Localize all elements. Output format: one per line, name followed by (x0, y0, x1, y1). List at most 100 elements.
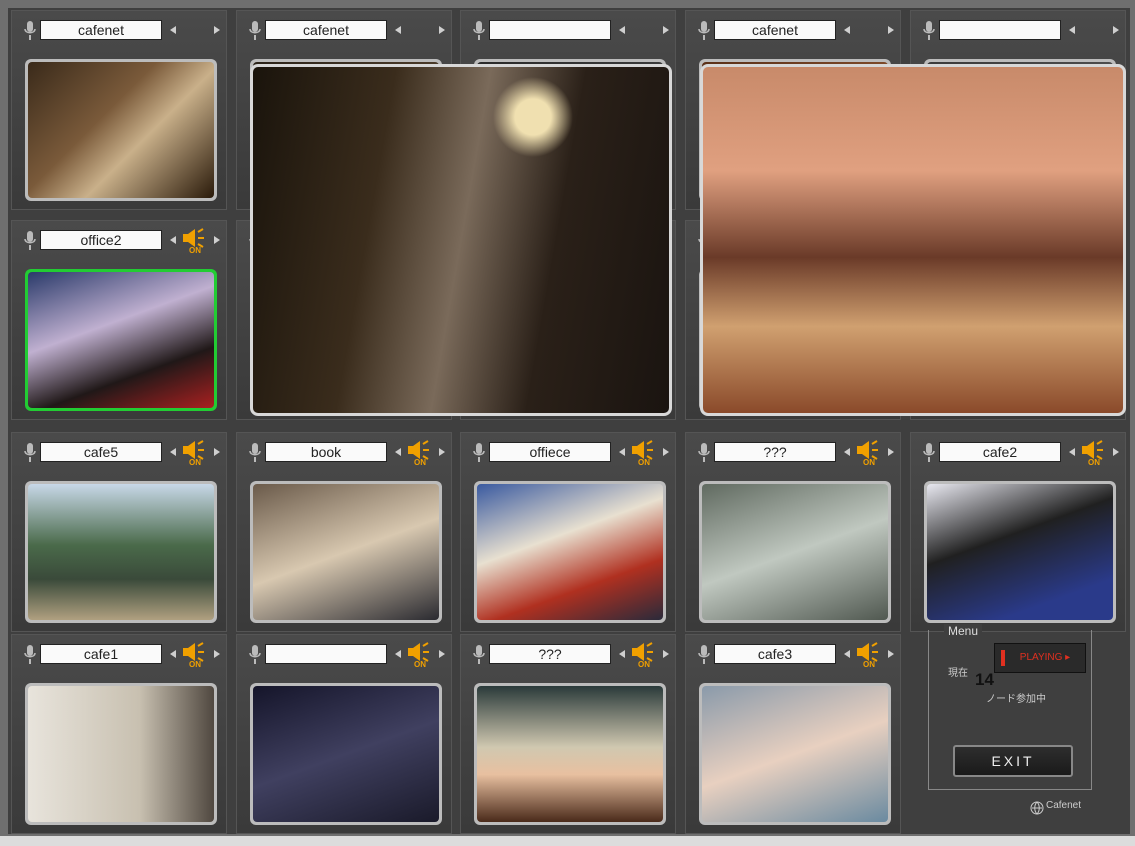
microphone-icon[interactable] (248, 20, 262, 42)
camera-name-field[interactable]: cafe3 (714, 644, 836, 664)
prev-arrow-icon[interactable] (619, 448, 625, 456)
prev-arrow-icon[interactable] (619, 26, 625, 34)
camera-video-frame[interactable] (474, 481, 666, 623)
prev-arrow-icon[interactable] (170, 236, 176, 244)
speaker-on-icon[interactable]: ON (180, 228, 210, 255)
prev-arrow-icon[interactable] (170, 650, 176, 658)
camera-name-field[interactable]: cafenet (265, 20, 387, 40)
next-arrow-icon[interactable] (888, 650, 894, 658)
prev-arrow-icon[interactable] (844, 650, 850, 658)
microphone-icon[interactable] (472, 442, 486, 464)
speaker-on-icon[interactable]: ON (629, 440, 659, 467)
prev-arrow-icon[interactable] (170, 448, 176, 456)
microphone-icon[interactable] (472, 644, 486, 666)
speaker-on-icon[interactable]: ON (854, 440, 884, 467)
camera-cell[interactable]: ON (236, 634, 452, 834)
camera-video-frame[interactable] (699, 683, 891, 825)
camera-video-frame[interactable] (250, 683, 442, 825)
camera-video-frame[interactable] (474, 683, 666, 825)
speaker-on-icon[interactable]: ON (405, 642, 435, 669)
prev-arrow-icon[interactable] (395, 650, 401, 658)
next-arrow-icon[interactable] (439, 650, 445, 658)
speaker-on-icon[interactable]: ON (180, 440, 210, 467)
camera-cell[interactable]: ??? ON (685, 432, 901, 632)
next-arrow-icon[interactable] (888, 26, 894, 34)
camera-name-field[interactable]: cafe2 (939, 442, 1061, 462)
camera-name-field[interactable]: cafenet (40, 20, 162, 40)
camera-video-frame[interactable] (699, 481, 891, 623)
microphone-icon[interactable] (23, 230, 37, 252)
camera-name-field[interactable]: cafe1 (40, 644, 162, 664)
camera-name-field[interactable] (265, 644, 387, 664)
camera-video-frame[interactable] (25, 683, 217, 825)
prev-arrow-icon[interactable] (1069, 448, 1075, 456)
speaker-on-icon[interactable]: ON (405, 440, 435, 467)
next-arrow-icon[interactable] (214, 448, 220, 456)
prev-arrow-icon[interactable] (1069, 26, 1075, 34)
prev-arrow-icon[interactable] (844, 26, 850, 34)
speaker-on-icon[interactable]: ON (1079, 440, 1109, 467)
camera-cell[interactable]: ??? ON (460, 634, 676, 834)
camera-cell[interactable]: cafe1 ON (11, 634, 227, 834)
camera-name-field[interactable]: ??? (714, 442, 836, 462)
speaker-on-icon[interactable]: ON (629, 642, 659, 669)
next-arrow-icon[interactable] (439, 448, 445, 456)
microphone-icon[interactable] (697, 644, 711, 666)
camera-name-field[interactable]: offiece (489, 442, 611, 462)
enlarged-video-popup[interactable] (250, 64, 672, 416)
camera-name-field[interactable] (489, 20, 611, 40)
camera-video-frame[interactable] (250, 481, 442, 623)
camera-toolbar: cafenet (12, 11, 228, 49)
next-arrow-icon[interactable] (663, 448, 669, 456)
camera-name-field[interactable]: cafe5 (40, 442, 162, 462)
speaker-on-icon[interactable]: ON (854, 642, 884, 669)
current-label: 現在 (948, 668, 968, 679)
speaker-on-icon[interactable]: ON (180, 642, 210, 669)
next-arrow-icon[interactable] (663, 650, 669, 658)
microphone-icon[interactable] (697, 442, 711, 464)
camera-cell[interactable]: offiece ON (460, 432, 676, 632)
camera-video-frame[interactable] (25, 269, 217, 411)
next-arrow-icon[interactable] (214, 236, 220, 244)
microphone-icon[interactable] (248, 442, 262, 464)
next-arrow-icon[interactable] (439, 26, 445, 34)
prev-arrow-icon[interactable] (619, 650, 625, 658)
microphone-icon[interactable] (248, 644, 262, 666)
camera-cell[interactable]: cafe5 ON (11, 432, 227, 632)
camera-name-field[interactable]: cafenet (714, 20, 836, 40)
camera-name-field[interactable]: book (265, 442, 387, 462)
exit-button[interactable]: EXIT (953, 745, 1073, 777)
svg-text:ON: ON (189, 660, 201, 668)
playing-button[interactable]: PLAYING ▸ (994, 643, 1086, 673)
camera-name-field[interactable]: ??? (489, 644, 611, 664)
camera-video-frame[interactable] (25, 481, 217, 623)
next-arrow-icon[interactable] (1113, 448, 1119, 456)
camera-video-frame[interactable] (924, 481, 1116, 623)
camera-name-field[interactable]: office2 (40, 230, 162, 250)
microphone-icon[interactable] (23, 644, 37, 666)
camera-toolbar (911, 11, 1127, 49)
enlarged-video-popup[interactable] (700, 64, 1126, 416)
microphone-icon[interactable] (23, 20, 37, 42)
prev-arrow-icon[interactable] (844, 448, 850, 456)
prev-arrow-icon[interactable] (395, 26, 401, 34)
camera-cell[interactable]: book ON (236, 432, 452, 632)
next-arrow-icon[interactable] (214, 650, 220, 658)
camera-cell[interactable]: cafe3 ON (685, 634, 901, 834)
microphone-icon[interactable] (472, 20, 486, 42)
camera-name-field[interactable] (939, 20, 1061, 40)
camera-cell[interactable]: cafe2 ON (910, 432, 1126, 632)
next-arrow-icon[interactable] (1113, 26, 1119, 34)
microphone-icon[interactable] (697, 20, 711, 42)
camera-cell[interactable]: cafenet (11, 10, 227, 210)
next-arrow-icon[interactable] (663, 26, 669, 34)
camera-cell[interactable]: office2 ON (11, 220, 227, 420)
microphone-icon[interactable] (922, 20, 936, 42)
camera-video-frame[interactable] (25, 59, 217, 201)
microphone-icon[interactable] (922, 442, 936, 464)
microphone-icon[interactable] (23, 442, 37, 464)
prev-arrow-icon[interactable] (170, 26, 176, 34)
next-arrow-icon[interactable] (214, 26, 220, 34)
next-arrow-icon[interactable] (888, 448, 894, 456)
prev-arrow-icon[interactable] (395, 448, 401, 456)
